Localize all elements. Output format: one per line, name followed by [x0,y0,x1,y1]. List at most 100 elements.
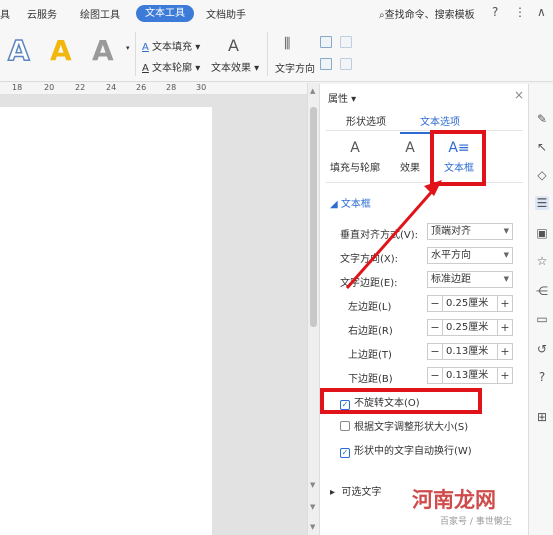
text-effect-button[interactable]: 文本效果 ▾ [211,59,259,74]
text-outline-label: 文本轮廓 [152,63,193,74]
search-command[interactable]: ⌕查找命令、搜索模板 [379,6,475,21]
left-margin-stepper[interactable]: − 0.25厘米 + [427,295,513,312]
menu-item-drawing-tools[interactable]: 绘图工具 [80,6,120,21]
style-gallery-more-icon[interactable]: ▾ [126,44,130,52]
vertical-align-select[interactable]: 顶端对齐 ▼ [427,223,513,240]
star-icon[interactable]: ☆ [535,254,549,268]
checkbox-label: 形状中的文字自动换行(W) [354,446,472,457]
checkbox-checked-icon[interactable]: ✓ [340,448,350,458]
increment-button[interactable]: + [497,368,512,383]
scroll-down-icon[interactable]: ▼ [310,481,315,489]
top-margin-stepper[interactable]: − 0.13厘米 + [427,343,513,360]
ruler-tick: 28 [166,83,177,92]
stepper-value[interactable]: 0.13厘米 [446,368,488,383]
archive-icon[interactable]: ▭ [535,312,549,326]
wrap-text-in-shape-checkbox[interactable]: ✓ 形状中的文字自动换行(W) [340,442,472,458]
close-icon[interactable]: × [514,88,524,102]
shapes-icon[interactable]: ◇ [535,168,549,182]
increment-button[interactable]: + [497,320,512,335]
help-icon[interactable]: ? [492,5,498,19]
pen-icon[interactable]: ✎ [535,112,549,126]
menu-item-text-tools[interactable]: 文本工具 [136,5,194,22]
textbox-icon[interactable] [320,36,332,48]
image-icon[interactable]: ▣ [535,226,549,240]
text-effect-label: 文本效果 [211,63,251,74]
highlight-box-textbox-tab [430,130,486,186]
ribbon-divider [267,32,268,76]
history-icon[interactable]: ↺ [535,342,549,356]
text-fill-label: 文本填充 [152,42,193,53]
pointer-icon[interactable]: ↖ [535,140,549,154]
section-label: 文本框 [340,199,371,210]
right-toolbar: ✎ ↖ ◇ ☰ ▣ ☆ ⋲ ▭ ↺ ? ⊞ [528,84,553,535]
menu-item-cloud[interactable]: 云服务 [27,6,57,21]
checkbox-unchecked-icon[interactable] [340,421,350,431]
grid-icon[interactable]: ⊞ [535,410,549,424]
document-scrollbar[interactable]: ▲ ▼ ▼ ▼ [307,83,319,535]
decrement-button[interactable]: − [428,320,443,335]
bottom-margin-stepper[interactable]: − 0.13厘米 + [427,367,513,384]
text-effect-icon: A [228,36,239,55]
section-label: 可选文字 [341,487,382,498]
textbox-break-icon[interactable] [340,58,352,70]
text-direction-button[interactable]: 文字方向 [275,60,315,75]
settings-icon[interactable]: ☰ [535,196,549,210]
menu-item-doc-assistant[interactable]: 文档助手 [206,6,246,21]
textbox-align-icon[interactable] [320,58,332,70]
resize-shape-to-fit-checkbox[interactable]: 根据文字调整形状大小(S) [340,418,468,433]
horizontal-ruler: 18 20 22 24 26 28 30 [0,83,308,95]
subtab-fill-outline[interactable]: A 填充与轮廓 [330,140,380,174]
scroll-down-icon[interactable]: ▼ [310,503,315,511]
text-outline-button[interactable]: A 文本轮廓 ▾ [142,59,200,74]
panel-title[interactable]: 属性 ▾ [328,90,356,105]
text-margin-label: 文字边距(E): [340,278,398,289]
scroll-down-icon[interactable]: ▼ [310,523,315,531]
scrollbar-thumb[interactable] [310,107,317,327]
text-style-gold[interactable]: A [50,34,72,67]
decrement-button[interactable]: − [428,344,443,359]
help-icon[interactable]: ? [535,370,549,384]
ribbon-divider [135,32,136,76]
section-divider [326,182,523,183]
text-margin-select[interactable]: 标准边距 ▼ [427,271,513,288]
decrement-button[interactable]: − [428,368,443,383]
text-style-gray[interactable]: A [92,34,114,67]
fill-outline-icon: A [350,140,360,156]
more-icon[interactable]: ⋮ [514,5,526,19]
document-page[interactable] [0,107,212,535]
text-style-outline[interactable]: A [7,33,30,68]
subtab-label: 填充与轮廓 [330,163,380,174]
watermark-subtitle: 百家号 / 事世懒尘 [440,517,512,527]
select-value: 顶端对齐 [431,226,471,237]
checkbox-label: 根据文字调整形状大小(S) [354,422,469,433]
panel-title-label: 属性 [328,94,348,105]
increment-button[interactable]: + [497,344,512,359]
stepper-value[interactable]: 0.25厘米 [446,320,488,335]
ruler-tick: 26 [136,83,147,92]
decrement-button[interactable]: − [428,296,443,311]
share-icon[interactable]: ⋲ [535,284,549,298]
subtab-effects[interactable]: A 效果 [400,140,420,174]
text-direction-select[interactable]: 水平方向 ▼ [427,247,513,264]
collapse-icon[interactable]: ∧ [537,5,546,19]
bottom-margin-label: 下边距(B) [348,374,393,385]
text-fill-button[interactable]: A 文本填充 ▾ [142,38,200,53]
stepper-value[interactable]: 0.13厘米 [446,344,488,359]
right-margin-label: 右边距(R) [348,326,393,337]
text-outline-icon: A [142,63,149,74]
stepper-value[interactable]: 0.25厘米 [446,296,488,311]
chevron-down-icon: ▼ [503,251,509,259]
text-direction-label: 文字方向(X): [340,254,399,265]
menu-item-insert[interactable]: 具 [0,6,10,21]
search-label: 查找命令、搜索模板 [384,10,475,21]
increment-button[interactable]: + [497,296,512,311]
right-margin-stepper[interactable]: − 0.25厘米 + [427,319,513,336]
chevron-down-icon: ▼ [503,275,509,283]
section-textbox[interactable]: ◢ 文本框 [330,195,371,210]
text-fill-icon: A [142,42,149,53]
highlight-box-no-rotate [320,388,482,414]
effects-icon: A [405,140,415,156]
scroll-up-icon[interactable]: ▲ [310,87,315,95]
textbox-link-icon[interactable] [340,36,352,48]
section-optional-text[interactable]: ▸ 可选文字 [330,483,381,498]
